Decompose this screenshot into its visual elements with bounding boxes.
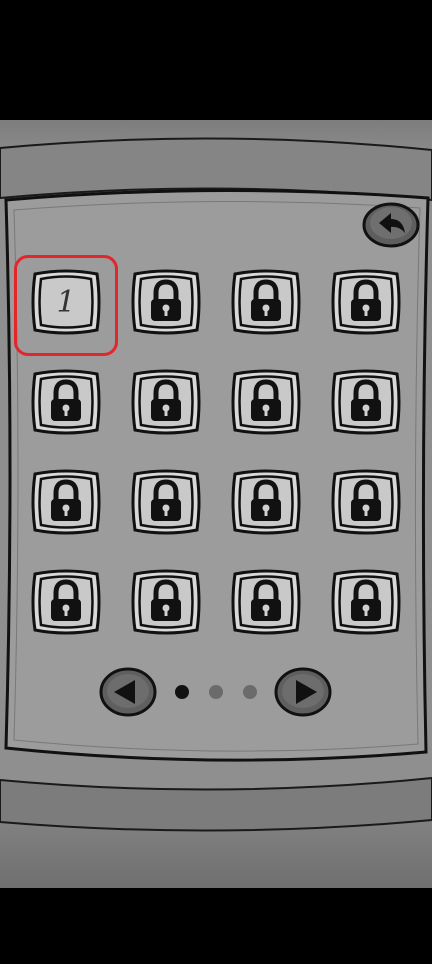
level-tile-1[interactable]: 1 xyxy=(30,266,102,338)
left-triangle-icon xyxy=(99,667,157,717)
level-tile-locked[interactable] xyxy=(230,466,302,538)
page-dot-3[interactable] xyxy=(243,685,257,699)
next-page-button[interactable] xyxy=(274,666,332,718)
right-triangle-icon xyxy=(274,667,332,717)
level-tile-locked[interactable] xyxy=(30,366,102,438)
level-tile-locked[interactable] xyxy=(30,466,102,538)
level-tile-locked[interactable] xyxy=(130,566,202,638)
level-number: 1 xyxy=(56,284,76,320)
level-tile-locked[interactable] xyxy=(330,566,402,638)
level-tile-locked[interactable] xyxy=(230,566,302,638)
back-button[interactable] xyxy=(361,201,421,249)
level-tile-locked[interactable] xyxy=(330,366,402,438)
level-tile-locked[interactable] xyxy=(230,366,302,438)
page-dot-1[interactable] xyxy=(175,685,189,699)
level-tile-locked[interactable] xyxy=(130,366,202,438)
page-dot-2[interactable] xyxy=(209,685,223,699)
level-tile-locked[interactable] xyxy=(130,266,202,338)
level-tile-locked[interactable] xyxy=(330,266,402,338)
level-grid: 1 xyxy=(30,266,404,638)
level-tile-locked[interactable] xyxy=(330,466,402,538)
level-tile-locked[interactable] xyxy=(30,566,102,638)
level-tile-locked[interactable] xyxy=(130,466,202,538)
previous-page-button[interactable] xyxy=(99,666,157,718)
level-tile-locked[interactable] xyxy=(230,266,302,338)
back-arrow-icon xyxy=(362,202,420,248)
